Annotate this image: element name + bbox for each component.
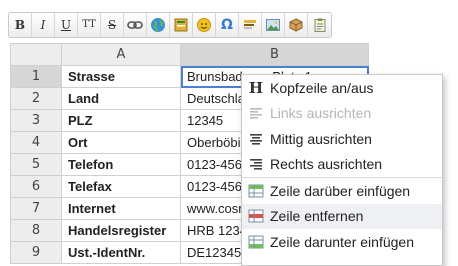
smiley-icon	[197, 18, 211, 32]
row-header[interactable]: 5	[10, 153, 62, 176]
menu-item-align-center[interactable]: Mittig ausrichten	[242, 126, 442, 152]
cell-key[interactable]: Strasse	[61, 65, 181, 88]
package-icon	[289, 18, 303, 32]
cell-key[interactable]: Handelsregister	[61, 219, 181, 242]
cell-key[interactable]: Internet	[61, 197, 181, 220]
underline-icon: U	[60, 18, 72, 32]
link-icon	[127, 21, 143, 29]
header-icon: H	[248, 78, 264, 97]
cell-key[interactable]: Telefax	[61, 175, 181, 198]
image-icon	[266, 19, 280, 31]
globe-button[interactable]	[147, 13, 170, 37]
smiley-button[interactable]	[193, 13, 216, 37]
context-menu: H Kopfzeile an/aus Links ausrichten Mitt…	[241, 74, 443, 266]
strikethrough-icon: S	[107, 18, 117, 32]
bold-icon: B	[14, 18, 26, 32]
row-insert-above-icon	[248, 184, 264, 198]
clipboard-button[interactable]	[308, 13, 331, 37]
link-button[interactable]	[124, 13, 147, 37]
corner-cell[interactable]	[10, 43, 62, 66]
omega-icon: Ω	[221, 17, 233, 33]
italic-icon: I	[40, 18, 46, 32]
globe-icon	[151, 18, 165, 32]
align-right-icon	[248, 157, 264, 171]
align-left-icon	[248, 106, 264, 120]
teletype-button[interactable]: TT	[78, 13, 101, 37]
row-header[interactable]: 7	[10, 197, 62, 220]
row-header[interactable]: 9	[10, 241, 62, 264]
menu-item-toggle-header[interactable]: H Kopfzeile an/aus	[242, 75, 442, 101]
cell-key[interactable]: Ort	[61, 131, 181, 154]
menu-item-label: Rechts ausrichten	[270, 156, 383, 173]
row-header[interactable]: 3	[10, 109, 62, 132]
note-icon	[174, 18, 188, 32]
menu-item-label: Links ausrichten	[270, 105, 372, 122]
menu-item-delete-row[interactable]: Zeile entfernen	[242, 203, 442, 229]
row-header[interactable]: 2	[10, 87, 62, 110]
row-header[interactable]: 8	[10, 219, 62, 242]
menu-item-label: Zeile darunter einfügen	[270, 233, 414, 250]
cell-key[interactable]: Telefon	[61, 153, 181, 176]
cell-key[interactable]: Land	[61, 87, 181, 110]
align-center-icon	[248, 132, 264, 146]
menu-item-label: Zeile darüber einfügen	[270, 182, 411, 199]
formatting-toolbar: B I U TT S Ω	[8, 12, 332, 38]
row-header[interactable]: 4	[10, 131, 62, 154]
column-header-a[interactable]: A	[61, 43, 181, 66]
image-button[interactable]	[262, 13, 285, 37]
menu-item-align-right[interactable]: Rechts ausrichten	[242, 152, 442, 178]
menu-item-label: Kopfzeile an/aus	[270, 79, 374, 96]
bold-button[interactable]: B	[9, 13, 32, 37]
menu-item-label: Zeile entfernen	[270, 208, 364, 225]
row-delete-icon	[248, 209, 264, 223]
cell-key[interactable]: PLZ	[61, 109, 181, 132]
menu-item-align-left[interactable]: Links ausrichten	[242, 101, 442, 127]
italic-button[interactable]: I	[32, 13, 55, 37]
note-button[interactable]	[170, 13, 193, 37]
row-header[interactable]: 6	[10, 175, 62, 198]
package-button[interactable]	[285, 13, 308, 37]
cell-key[interactable]: Ust.-IdentNr.	[61, 241, 181, 264]
menu-item-label: Mittig ausrichten	[270, 130, 372, 147]
marker-icon	[244, 20, 256, 29]
clipboard-icon	[314, 18, 325, 32]
special-char-button[interactable]: Ω	[216, 13, 239, 37]
teletype-icon: TT	[82, 19, 96, 30]
row-insert-below-icon	[248, 235, 264, 249]
row-header[interactable]: 1	[10, 65, 62, 88]
menu-item-insert-row-below[interactable]: Zeile darunter einfügen	[242, 229, 442, 255]
strikethrough-button[interactable]: S	[101, 13, 124, 37]
underline-button[interactable]: U	[55, 13, 78, 37]
menu-item-insert-row-above[interactable]: Zeile darüber einfügen	[242, 177, 442, 204]
marker-button[interactable]	[239, 13, 262, 37]
column-header-b[interactable]: B	[180, 43, 369, 66]
column-header-row: A B	[10, 43, 369, 66]
